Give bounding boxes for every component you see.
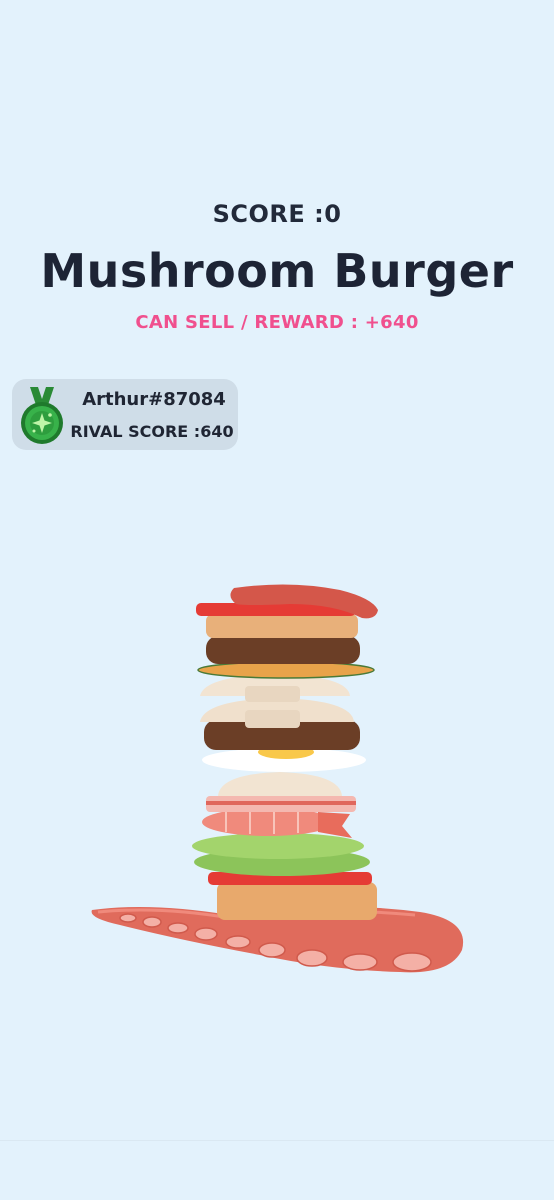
reward-label: CAN SELL / REWARD : +640 bbox=[135, 312, 419, 333]
mushroom-layer bbox=[218, 772, 342, 796]
bacon-layer bbox=[206, 796, 356, 812]
cucumber-layer bbox=[197, 661, 375, 679]
green-medal-icon bbox=[21, 387, 63, 444]
shrimp-layer bbox=[202, 808, 352, 838]
top-bun bbox=[206, 614, 358, 638]
rival-card[interactable]: Arthur#87084 RIVAL SCORE :640 bbox=[12, 379, 238, 450]
score-label: SCORE :0 bbox=[212, 200, 342, 228]
burger-title: Mushroom Burger bbox=[40, 244, 514, 298]
lettuce-layer bbox=[192, 833, 370, 876]
patty-layer bbox=[206, 636, 360, 664]
rival-name: Arthur#87084 bbox=[82, 389, 226, 410]
bottom-bun bbox=[217, 882, 377, 920]
divider bbox=[0, 1140, 554, 1141]
rival-score: RIVAL SCORE :640 bbox=[70, 422, 234, 441]
burger-stack[interactable] bbox=[0, 560, 554, 1000]
